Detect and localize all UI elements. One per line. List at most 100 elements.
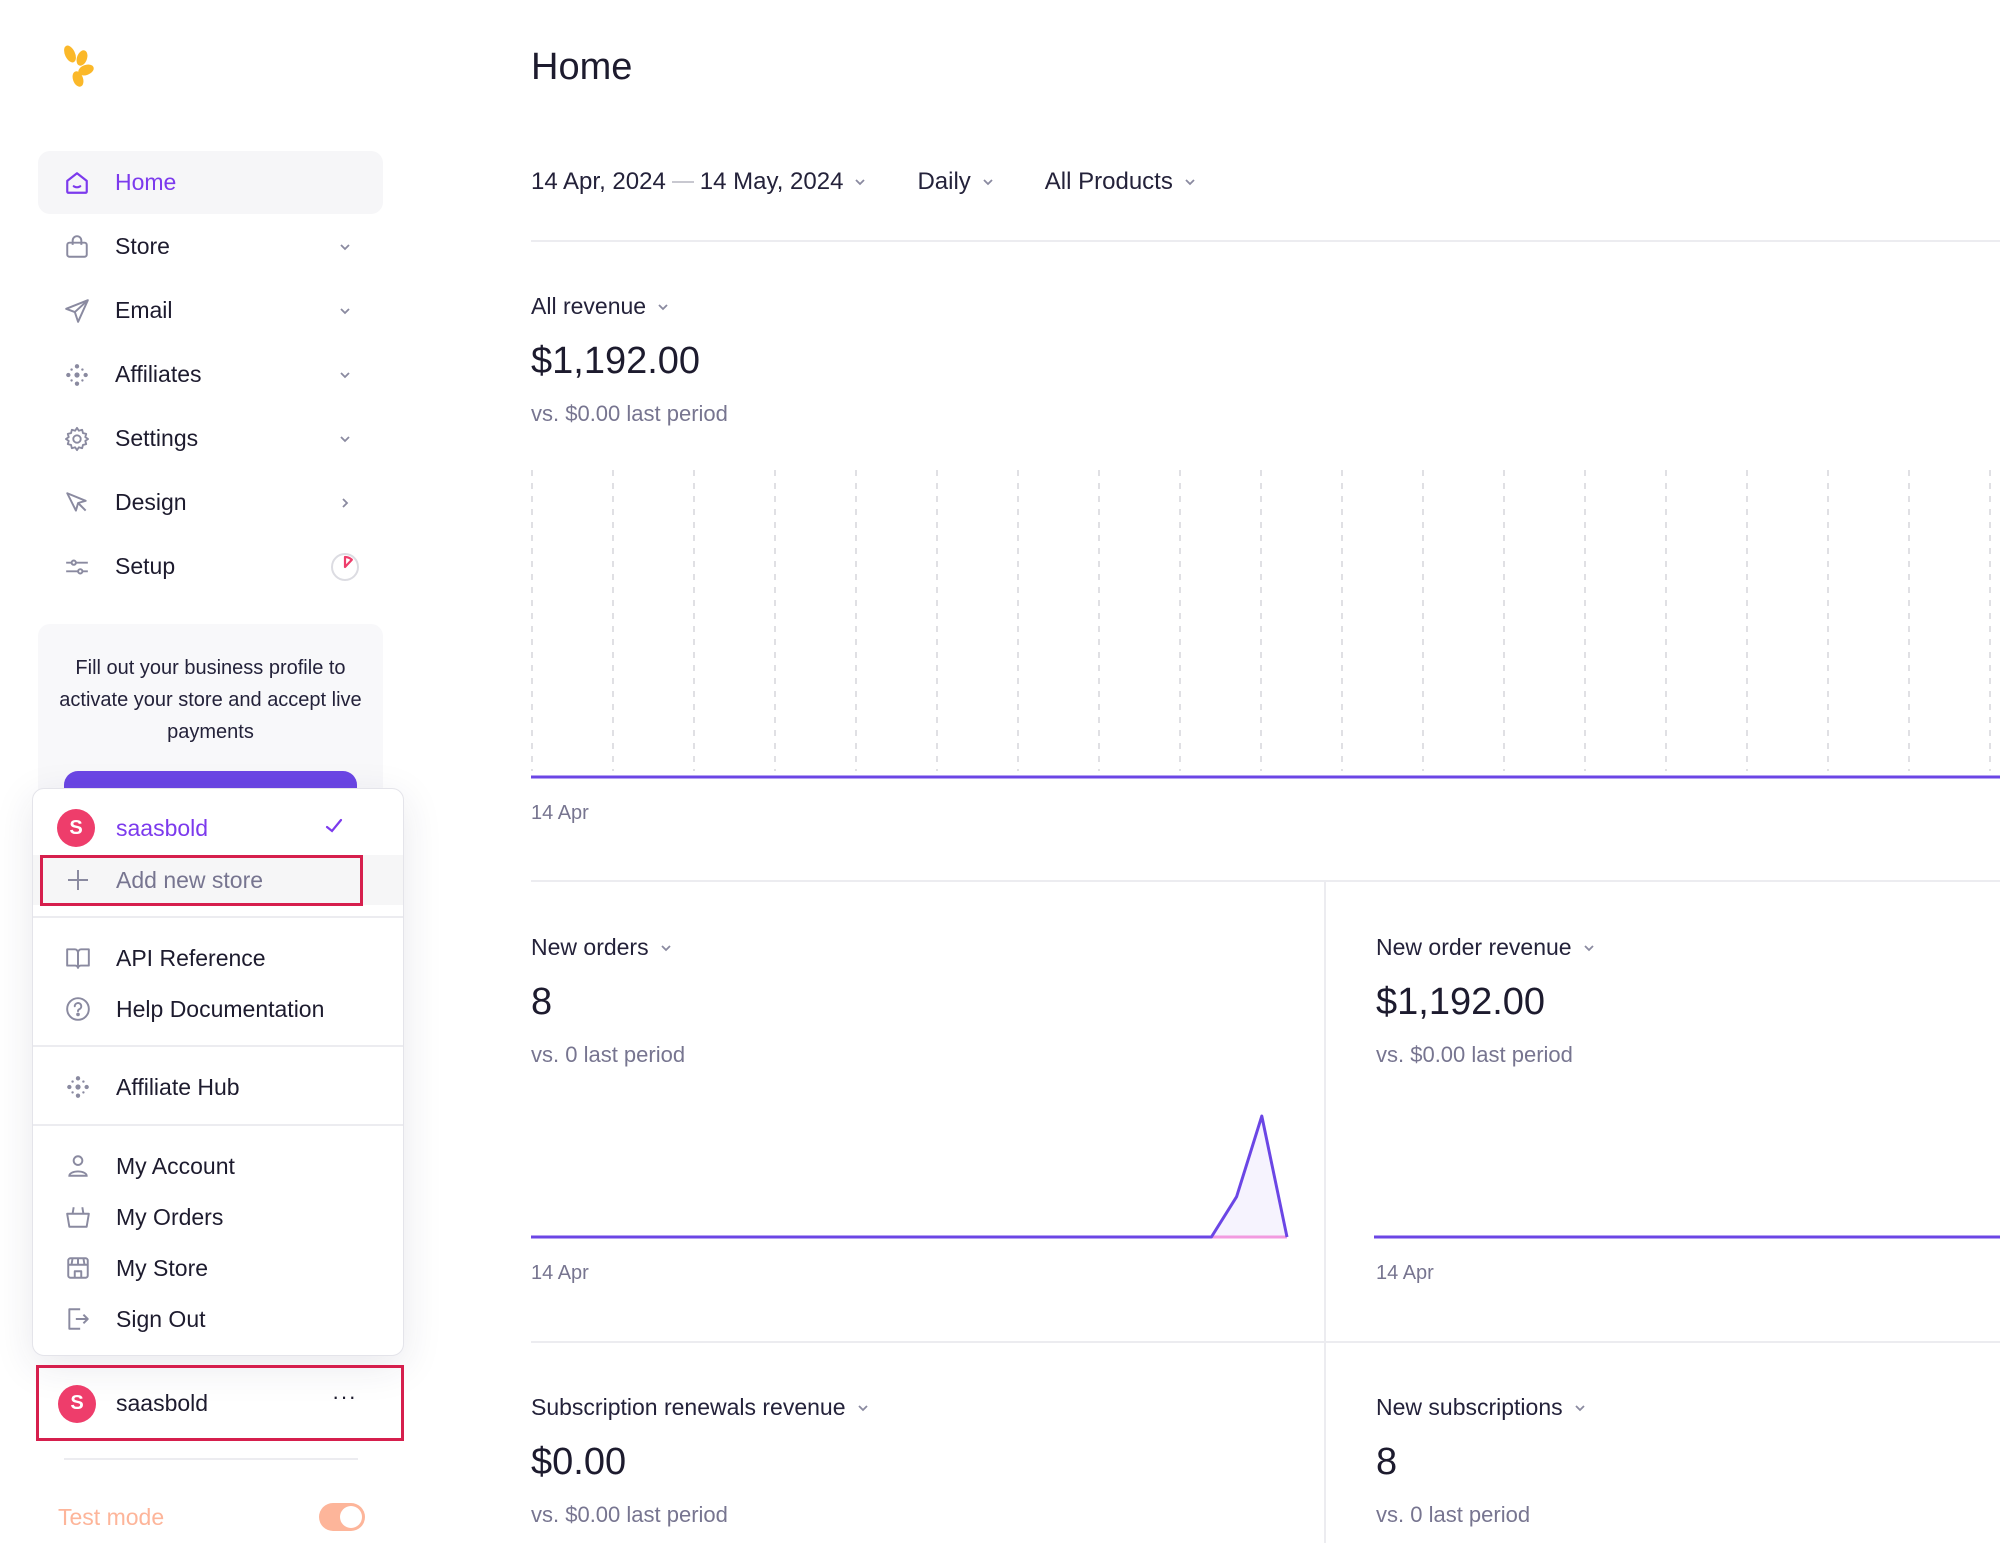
metric-selector[interactable]: New order revenue: [1376, 934, 1596, 961]
sidebar-divider: [64, 1458, 358, 1460]
affiliates-dots-icon: [63, 361, 91, 389]
sidebar-item-home[interactable]: Home: [38, 151, 383, 214]
menu-item-label: API Reference: [116, 944, 266, 971]
chevron-down-icon[interactable]: [333, 363, 357, 387]
test-mode-label: Test mode: [58, 1504, 165, 1530]
menu-item-label: Sign Out: [116, 1305, 206, 1332]
store-option-saasbold[interactable]: S saasbold: [33, 804, 403, 852]
store-switcher-name: saasbold: [116, 1390, 209, 1416]
menu-item-my-store[interactable]: My Store: [33, 1244, 403, 1292]
chart-new-order-revenue: [1374, 1235, 2000, 1239]
metric-value: $1,192.00: [531, 340, 701, 382]
series-line: [531, 1114, 1289, 1239]
send-icon: [63, 297, 91, 325]
metric-selector[interactable]: New orders: [531, 934, 685, 961]
chevron-down-icon: [656, 300, 670, 314]
metric-selector[interactable]: All revenue: [531, 293, 728, 320]
sidebar-item-label: Store: [115, 233, 170, 259]
storefront-icon: [63, 1253, 93, 1283]
header-divider: [531, 240, 2000, 242]
chevron-down-icon: [981, 175, 995, 189]
interval-dropdown[interactable]: Daily: [917, 168, 994, 196]
toggle-knob: [340, 1506, 362, 1528]
test-mode-toggle[interactable]: [319, 1503, 365, 1531]
menu-item-api-reference[interactable]: API Reference: [33, 934, 403, 982]
area-fill: [531, 1116, 1287, 1237]
user-icon: [63, 1151, 93, 1181]
metric-comparison: vs. $0.00 last period: [1376, 1042, 1573, 1067]
store-switcher[interactable]: S saasbold ···: [36, 1366, 404, 1441]
x-tick-label: 14 Apr: [531, 802, 589, 824]
page-title: Home: [531, 46, 633, 88]
basket-icon: [63, 1202, 93, 1232]
sidebar-item-settings[interactable]: Settings: [38, 407, 383, 470]
metric-comparison: vs. $0.00 last period: [531, 1502, 728, 1527]
interval-value: Daily: [917, 168, 971, 195]
menu-item-sign-out[interactable]: Sign Out: [33, 1295, 403, 1343]
home-icon: [63, 169, 91, 197]
menu-item-my-orders[interactable]: My Orders: [33, 1193, 403, 1241]
menu-item-label: My Account: [116, 1152, 235, 1179]
menu-item-label: My Orders: [116, 1203, 224, 1230]
metric-comparison: vs. 0 last period: [531, 1042, 686, 1067]
menu-divider: [33, 1045, 403, 1047]
affiliates-dots-icon: [63, 1072, 93, 1102]
sidebar-item-label: Email: [115, 297, 173, 323]
products-dropdown[interactable]: All Products: [1045, 168, 1197, 196]
chevron-down-icon[interactable]: [333, 427, 357, 451]
menu-item-label: Help Documentation: [116, 995, 325, 1022]
date-range-picker[interactable]: 14 Apr, 2024 14 May, 2024: [531, 168, 867, 196]
metric-selector[interactable]: New subscriptions: [1376, 1394, 1587, 1421]
menu-item-label: Affiliate Hub: [116, 1073, 240, 1100]
metric-selector[interactable]: Subscription renewals revenue: [531, 1394, 870, 1421]
setup-progress-icon: [328, 550, 362, 584]
store-avatar: S: [57, 809, 95, 847]
sidebar-item-label: Design: [115, 489, 187, 515]
sliders-icon: [63, 553, 91, 581]
more-options-icon[interactable]: ···: [332, 1384, 357, 1410]
menu-item-affiliate-hub[interactable]: Affiliate Hub: [33, 1063, 403, 1111]
metric-value: $1,192.00: [1376, 981, 1546, 1023]
logo-icon[interactable]: [60, 44, 100, 88]
sidebar: Home Store Email Affiliates Settings Des: [0, 0, 420, 1543]
store-name: saasbold: [116, 814, 209, 841]
chevron-down-icon: [1183, 175, 1197, 189]
sidebar-item-label: Affiliates: [115, 361, 202, 387]
sidebar-item-store[interactable]: Store: [38, 215, 383, 278]
metric-new-orders: New orders 8 vs. 0 last period: [531, 934, 685, 1068]
chevron-down-icon: [1582, 941, 1596, 955]
metric-comparison: vs. $0.00 last period: [531, 401, 728, 426]
menu-item-help-documentation[interactable]: Help Documentation: [33, 985, 403, 1033]
sidebar-item-label: Settings: [115, 425, 199, 451]
menu-divider: [33, 1124, 403, 1126]
sidebar-item-design[interactable]: Design: [38, 471, 383, 534]
sidebar-item-email[interactable]: Email: [38, 279, 383, 342]
metric-value: 8: [531, 981, 553, 1023]
metric-subscription-renewals-revenue: Subscription renewals revenue $0.00 vs. …: [531, 1394, 870, 1528]
metric-value: $0.00: [531, 1441, 627, 1483]
menu-item-my-account[interactable]: My Account: [33, 1142, 403, 1190]
chart-new-orders: [531, 1114, 1289, 1239]
date-start: 14 Apr, 2024: [531, 168, 666, 195]
chart-all-revenue: [531, 470, 2000, 779]
metric-comparison: vs. 0 last period: [1376, 1502, 1531, 1527]
section-divider: [531, 880, 2000, 882]
add-new-store-button[interactable]: Add new store: [33, 855, 403, 905]
sidebar-item-affiliates[interactable]: Affiliates: [38, 343, 383, 406]
filter-bar: 14 Apr, 2024 14 May, 2024 Daily All Prod…: [531, 168, 1247, 196]
chevron-down-icon[interactable]: [333, 299, 357, 323]
sidebar-item-label: Home: [115, 169, 177, 195]
metric-all-revenue: All revenue $1,192.00 vs. $0.00 last per…: [531, 293, 728, 427]
add-new-store-label: Add new store: [116, 866, 264, 893]
metric-value: 8: [1376, 1441, 1398, 1483]
products-value: All Products: [1044, 168, 1173, 195]
shopping-bag-icon: [63, 233, 91, 261]
menu-item-label: My Store: [116, 1254, 209, 1281]
date-end: 14 May, 2024: [699, 168, 844, 195]
chevron-right-icon[interactable]: [333, 491, 357, 515]
store-avatar: S: [58, 1384, 96, 1423]
chevron-down-icon[interactable]: [333, 235, 357, 259]
section-divider: [531, 1341, 2000, 1343]
main-content: Home 14 Apr, 2024 14 May, 2024 Daily All…: [531, 0, 2000, 1543]
sidebar-item-setup[interactable]: Setup: [38, 535, 383, 598]
